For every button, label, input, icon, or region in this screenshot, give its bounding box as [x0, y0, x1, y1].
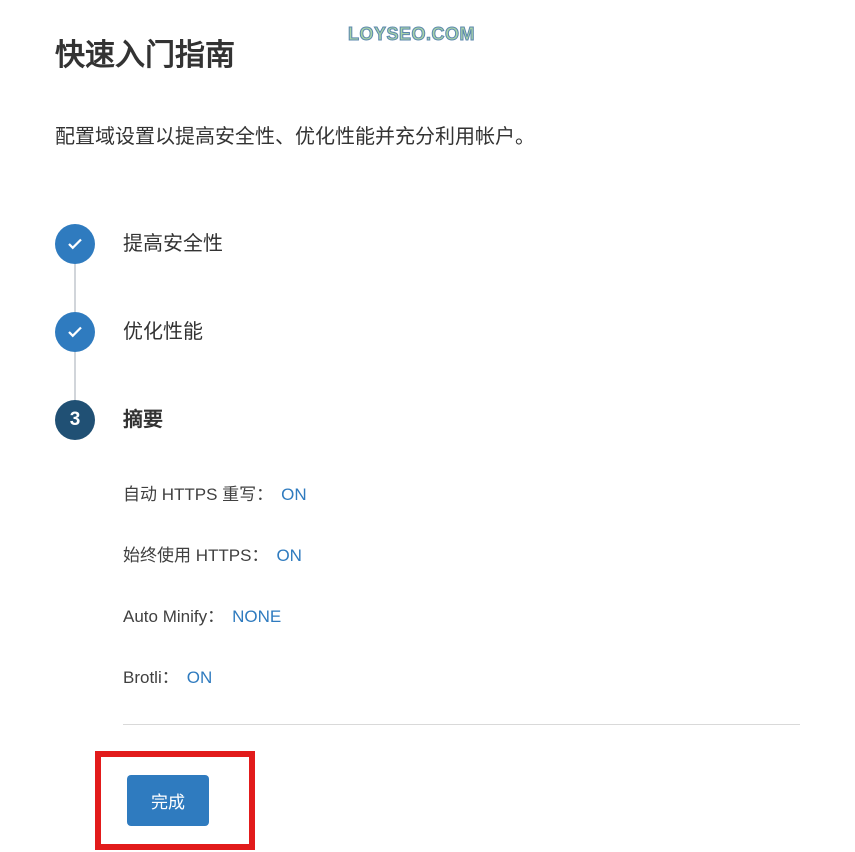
step-label-active: 摘要	[123, 400, 163, 440]
step-label: 优化性能	[123, 312, 203, 352]
finish-highlight-box: 完成	[95, 751, 255, 850]
steps-list: 提高安全性 优化性能 3 摘要	[55, 224, 800, 440]
divider	[123, 724, 800, 725]
summary-row: 始终使用 HTTPS： ON	[123, 541, 800, 566]
check-icon	[66, 323, 84, 341]
page-subtitle: 配置域设置以提高安全性、优化性能并充分利用帐户。	[55, 122, 800, 152]
summary-key: 自动 HTTPS 重写：	[123, 480, 273, 505]
step-marker-done	[55, 312, 95, 352]
step-label: 提高安全性	[123, 224, 223, 264]
check-icon	[66, 235, 84, 253]
step-connector	[74, 352, 76, 400]
summary-key: 始终使用 HTTPS：	[123, 541, 268, 566]
summary-value: NONE	[232, 607, 281, 627]
summary-value: ON	[276, 546, 302, 566]
step-connector	[74, 264, 76, 312]
step-marker-active: 3	[55, 400, 95, 440]
summary-row: 自动 HTTPS 重写： ON	[123, 480, 800, 505]
summary-value: ON	[187, 668, 213, 688]
step-summary: 3 摘要	[55, 400, 800, 440]
summary-key: Brotli：	[123, 663, 179, 688]
step-security: 提高安全性	[55, 224, 800, 312]
summary-row: Auto Minify： NONE	[123, 602, 800, 627]
finish-button[interactable]: 完成	[127, 775, 209, 826]
step-performance: 优化性能	[55, 312, 800, 400]
summary-key: Auto Minify：	[123, 602, 224, 627]
page-title: 快速入门指南	[55, 30, 800, 74]
summary-body: 自动 HTTPS 重写： ON 始终使用 HTTPS： ON Auto Mini…	[123, 480, 800, 688]
step-marker-done	[55, 224, 95, 264]
summary-value: ON	[281, 485, 307, 505]
summary-row: Brotli： ON	[123, 663, 800, 688]
